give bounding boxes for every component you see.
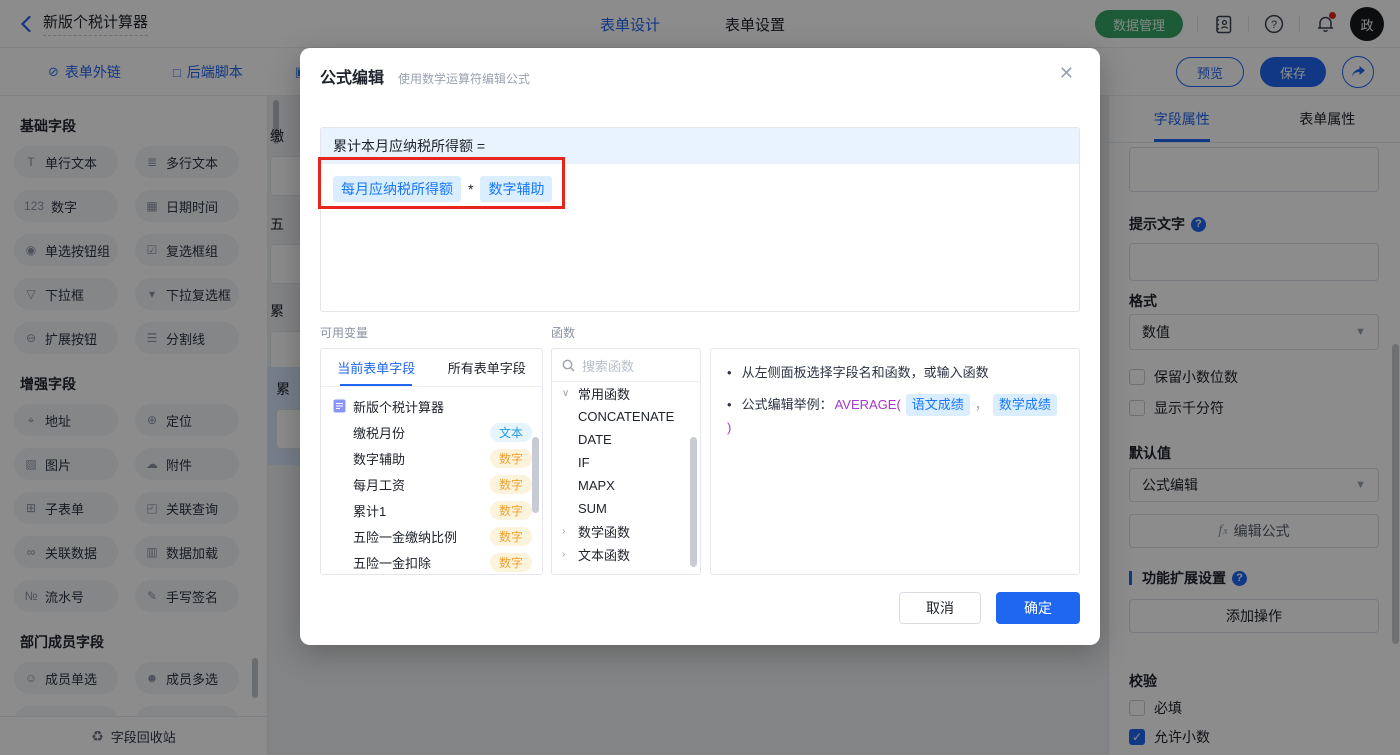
variable-type-badge: 数字 bbox=[489, 474, 532, 494]
variable-label: 每月工资 bbox=[353, 477, 406, 493]
search-icon bbox=[562, 359, 575, 371]
formula-editor-modal: 公式编辑 使用数学运算符编辑公式 ✕ 累计本月应纳税所得额 = 每月应纳税所得额… bbox=[300, 48, 1100, 645]
function-group-label: 数学函数 bbox=[578, 525, 631, 540]
function-group-label: 文本函数 bbox=[578, 548, 631, 563]
tab-all-form-fields[interactable]: 所有表单字段 bbox=[432, 349, 543, 386]
cancel-button[interactable]: 取消 bbox=[899, 592, 981, 624]
variable-row[interactable]: 每月工资 数字 bbox=[321, 471, 542, 497]
function-item[interactable]: CONCATENATE bbox=[552, 405, 700, 428]
formula-expression[interactable]: 每月应纳税所得额 * 数字辅助 bbox=[321, 164, 1079, 214]
modal-title: 公式编辑 bbox=[320, 70, 385, 87]
function-group-collapsed[interactable]: › 文本函数 bbox=[552, 543, 700, 566]
confirm-button[interactable]: 确定 bbox=[996, 592, 1080, 624]
caret-right-icon: › bbox=[562, 549, 566, 560]
variable-row[interactable]: 五险一金扣除 数字 bbox=[321, 549, 542, 574]
function-item[interactable]: IF bbox=[552, 451, 700, 474]
functions-label: 函数 bbox=[551, 326, 576, 340]
formula-target: 累计本月应纳税所得额 = bbox=[321, 128, 1079, 164]
variable-type-badge: 数字 bbox=[489, 526, 532, 546]
functions-panel: 搜索函数 ∨ 常用函数 CONCATENATE DATE IF MAPX SUM › 数学函数 ›… bbox=[551, 348, 701, 575]
variable-type-badge: 数字 bbox=[489, 448, 532, 468]
formula-editor-area[interactable]: 累计本月应纳税所得额 = 每月应纳税所得额 * 数字辅助 bbox=[320, 127, 1080, 312]
functions-scrollbar[interactable] bbox=[690, 437, 697, 567]
variable-row[interactable]: 五险一金缴纳比例 数字 bbox=[321, 523, 542, 549]
function-item[interactable]: SUM bbox=[552, 497, 700, 520]
variables-root-label: 新版个税计算器 bbox=[353, 399, 445, 415]
variable-type-badge: 数字 bbox=[489, 500, 532, 520]
variable-label: 五险一金缴纳比例 bbox=[353, 529, 458, 545]
field-chip[interactable]: 数字辅助 bbox=[480, 176, 553, 202]
variable-row[interactable]: 缴税月份 文本 bbox=[321, 419, 542, 445]
function-group-collapsed[interactable]: › 数学函数 bbox=[552, 520, 700, 543]
example-field-chip: 数学成绩 bbox=[992, 394, 1057, 416]
variables-label: 可用变量 bbox=[320, 326, 369, 340]
tab-current-form-fields[interactable]: 当前表单字段 bbox=[321, 349, 432, 386]
hint-line-1: 从左侧面板选择字段名和函数，或输入函数 bbox=[727, 363, 1063, 383]
variable-row[interactable]: 累计1 数字 bbox=[321, 497, 542, 523]
field-chip[interactable]: 每月应纳税所得额 bbox=[333, 176, 461, 202]
function-item[interactable]: DATE bbox=[552, 428, 700, 451]
example-field-chip: 语文成绩 bbox=[905, 394, 970, 416]
variables-panel: 当前表单字段 所有表单字段 新版个税计算器 缴税月份 文本 数字辅助 数字 每月工资 数字累… bbox=[320, 348, 543, 575]
form-designer-app: 新版个税计算器 表单设计 表单设置 数据管理 ? 政 ⊘表单外链□后端脚本▣数据… bbox=[0, 0, 1400, 755]
variable-label: 五险一金扣除 bbox=[353, 555, 432, 571]
function-group-label: 常用函数 bbox=[578, 387, 631, 402]
variable-row[interactable]: 数字辅助 数字 bbox=[321, 445, 542, 471]
function-item[interactable]: MAPX bbox=[552, 474, 700, 497]
form-doc-icon bbox=[333, 399, 346, 413]
caret-down-icon: ∨ bbox=[562, 388, 570, 399]
variable-type-badge: 数字 bbox=[489, 552, 532, 572]
variable-type-badge: 文本 bbox=[489, 422, 532, 442]
hint-line-2: 公式编辑举例： AVERAGE( 语文成绩 ， 数学成绩 ) bbox=[727, 394, 1063, 438]
caret-right-icon: › bbox=[562, 526, 566, 537]
variable-label: 累计1 bbox=[353, 503, 387, 519]
operator: * bbox=[468, 181, 474, 197]
modal-subtitle: 使用数学运算符编辑公式 bbox=[398, 72, 531, 86]
function-search-input[interactable]: 搜索函数 bbox=[552, 349, 700, 382]
formula-hints-panel: 从左侧面板选择字段名和函数，或输入函数 公式编辑举例： AVERAGE( 语文成… bbox=[710, 348, 1080, 575]
close-icon[interactable]: ✕ bbox=[1059, 64, 1074, 82]
variables-root-node[interactable]: 新版个税计算器 bbox=[321, 393, 542, 419]
variables-scrollbar[interactable] bbox=[532, 437, 539, 513]
search-placeholder: 搜索函数 bbox=[582, 358, 635, 374]
variable-label: 数字辅助 bbox=[353, 451, 406, 467]
function-group-expanded[interactable]: ∨ 常用函数 bbox=[552, 382, 700, 405]
variable-label: 缴税月份 bbox=[353, 425, 406, 441]
